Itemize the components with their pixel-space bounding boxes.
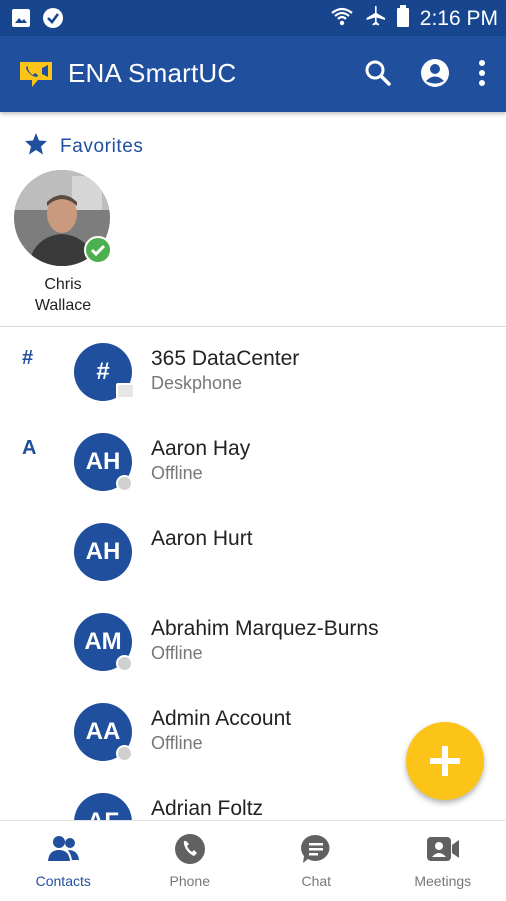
favorites-section: Favorites Chris Wallace <box>0 112 506 326</box>
tab-label: Chat <box>253 873 380 889</box>
favorite-contact[interactable]: Chris Wallace <box>14 170 112 316</box>
offline-status-icon <box>116 475 133 492</box>
online-status-icon <box>84 236 112 264</box>
status-time: 2:16 PM <box>420 7 498 31</box>
wifi-icon <box>330 5 354 33</box>
tab-meetings[interactable]: Meetings <box>380 821 506 901</box>
section-letter: # <box>22 347 33 370</box>
more-vert-icon[interactable] <box>478 59 486 92</box>
tab-phone[interactable]: Phone <box>127 821 254 901</box>
contact-name: Adrian Foltz <box>151 797 263 820</box>
contact-name: Abrahim Marquez-Burns <box>151 617 379 641</box>
list-item[interactable]: # # 365 DataCenter Deskphone <box>0 327 506 417</box>
section-letter: A <box>22 437 36 460</box>
check-circle-notification-icon <box>42 7 64 34</box>
phone-icon <box>174 833 206 870</box>
contact-status: Offline <box>151 463 203 484</box>
contact-name: Aaron Hay <box>151 437 250 461</box>
list-item[interactable]: A AH Aaron Hay Offline <box>0 417 506 507</box>
tab-chat[interactable]: Chat <box>253 821 380 901</box>
favorite-name: Chris Wallace <box>14 274 112 316</box>
status-bar: 2:16 PM <box>0 0 506 36</box>
tab-label: Meetings <box>380 873 506 889</box>
offline-status-icon <box>116 745 133 762</box>
avatar: AF <box>74 793 132 820</box>
airplane-mode-icon <box>364 5 386 33</box>
meetings-icon <box>425 833 461 870</box>
gallery-notification-icon <box>10 7 32 34</box>
search-icon[interactable] <box>364 59 392 92</box>
contact-status: Offline <box>151 643 203 664</box>
account-icon[interactable] <box>420 58 450 93</box>
chat-icon <box>300 833 332 870</box>
tab-contacts[interactable]: Contacts <box>0 821 127 901</box>
favorites-header: Favorites <box>24 132 144 162</box>
list-item[interactable]: AH Aaron Hurt <box>0 507 506 597</box>
contact-name: Admin Account <box>151 707 291 731</box>
battery-icon <box>396 5 410 33</box>
contact-status: Offline <box>151 733 203 754</box>
contact-status: Deskphone <box>151 373 242 394</box>
list-item[interactable]: AM Abrahim Marquez-Burns Offline <box>0 597 506 687</box>
tab-label: Contacts <box>0 873 127 889</box>
deskphone-icon <box>116 383 135 399</box>
app-bar: ENA SmartUC <box>0 36 506 112</box>
tab-label: Phone <box>127 873 254 889</box>
contact-name: 365 DataCenter <box>151 347 299 371</box>
add-contact-button[interactable] <box>406 722 484 800</box>
contact-name: Aaron Hurt <box>151 527 253 551</box>
offline-status-icon <box>116 655 133 672</box>
app-title: ENA SmartUC <box>68 58 236 89</box>
plus-icon <box>429 745 461 782</box>
app-logo-icon <box>18 58 54 95</box>
contacts-icon <box>46 833 80 868</box>
favorites-label: Favorites <box>60 136 144 158</box>
avatar: AH <box>74 523 132 581</box>
bottom-navigation: Contacts Phone Chat Meetings <box>0 820 506 901</box>
star-icon <box>24 132 48 162</box>
